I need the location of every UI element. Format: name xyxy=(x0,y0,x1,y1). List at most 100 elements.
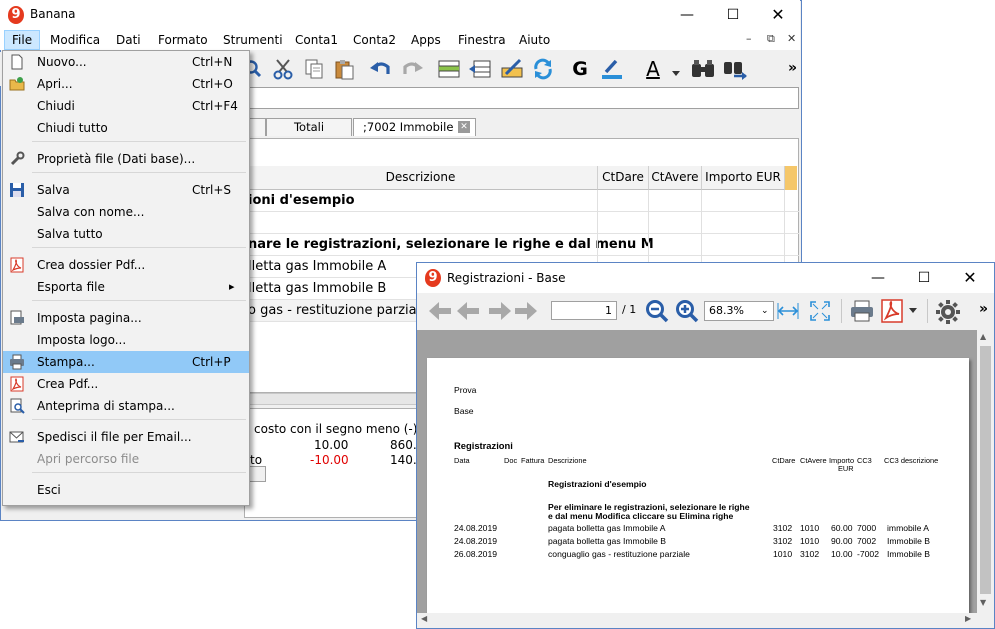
copy-icon[interactable] xyxy=(301,56,327,82)
scroll-down-icon[interactable]: ▼ xyxy=(980,598,986,607)
file-menu-item[interactable]: Apri... Ctrl+O xyxy=(3,73,249,95)
pdf-export-icon[interactable] xyxy=(880,298,904,324)
preview-close-icon[interactable]: ✕ xyxy=(947,263,993,293)
toolbar-separator xyxy=(841,299,842,323)
menu-file[interactable]: File xyxy=(4,30,41,50)
pdf-dropdown-icon[interactable] xyxy=(909,308,917,314)
page-cell-data: 24.08.2019 xyxy=(454,523,498,533)
scroll-right-icon[interactable]: ▶ xyxy=(965,614,971,623)
preview-toolbar-overflow-icon[interactable]: » xyxy=(979,301,988,317)
table-row[interactable]: nare le registrazioni, selezionare le ri… xyxy=(244,234,799,256)
vertical-scroll-thumb[interactable] xyxy=(980,346,991,594)
zoom-out-icon[interactable] xyxy=(645,299,669,323)
column-header-importo[interactable]: Importo EUR xyxy=(702,166,785,190)
new-file-icon xyxy=(9,54,25,70)
file-menu-item[interactable]: Chiudi tutto xyxy=(3,117,249,139)
preview-minimize-icon[interactable]: — xyxy=(855,263,901,293)
scroll-up-icon[interactable]: ▲ xyxy=(980,332,986,341)
file-menu-item[interactable]: Esporta file ▸ xyxy=(3,276,249,298)
mdi-minimize-icon[interactable]: – xyxy=(746,32,752,45)
file-menu-item-label: Nuovo... xyxy=(37,55,87,69)
preview-title-bar: 9 Registrazioni - Base — ☐ ✕ xyxy=(417,263,994,293)
fit-width-icon[interactable] xyxy=(777,301,799,321)
tab-immobile-b[interactable]: ;7002 Immobile B ✕ xyxy=(353,118,476,136)
column-header-descrizione[interactable]: Descrizione xyxy=(244,166,598,190)
print-icon[interactable] xyxy=(849,299,875,323)
column-header-ctavere[interactable]: CtAvere xyxy=(649,166,702,190)
submenu-arrow-icon: ▸ xyxy=(229,280,235,293)
toolbar-overflow-icon[interactable]: » xyxy=(788,60,797,76)
file-menu-item[interactable]: Nuovo... Ctrl+N xyxy=(3,51,249,73)
menu-conta2[interactable]: Conta2 xyxy=(346,30,403,50)
edit-row-icon[interactable] xyxy=(499,56,525,82)
preview-horizontal-scrollbar[interactable]: ◀ ▶ xyxy=(417,613,977,628)
page-header-importo-unit: EUR xyxy=(838,464,854,473)
minimize-icon[interactable]: — xyxy=(664,0,710,30)
settings-gear-icon[interactable] xyxy=(935,299,961,325)
main-title-bar: 9 Banana — ☐ ✕ xyxy=(0,0,800,30)
cut-icon[interactable] xyxy=(270,56,296,82)
find-next-icon[interactable] xyxy=(722,56,748,82)
scroll-left-icon[interactable]: ◀ xyxy=(421,614,427,623)
column-header-ctdare[interactable]: CtDare xyxy=(598,166,649,190)
zoom-select[interactable]: 68.3% ⌄ xyxy=(704,301,774,321)
binoculars-icon[interactable] xyxy=(690,56,716,82)
mdi-close-icon[interactable]: ✕ xyxy=(787,32,796,45)
font-color-button[interactable]: A xyxy=(641,56,665,82)
close-tab-icon[interactable]: ✕ xyxy=(458,121,470,133)
menu-apps[interactable]: Apps xyxy=(404,30,448,50)
menu-formato[interactable]: Formato xyxy=(151,30,215,50)
file-menu-item[interactable]: Proprietà file (Dati base)... xyxy=(3,148,249,170)
mdi-restore-icon[interactable]: ⧉ xyxy=(767,32,775,46)
table-cell-descrizione: o gas - restituzione parziale xyxy=(248,303,429,318)
page-cell-importo: 90.00 xyxy=(831,536,853,546)
pdf-icon xyxy=(9,376,25,392)
menu-aiuto[interactable]: Aiuto xyxy=(512,30,557,50)
file-menu-item[interactable]: Imposta logo... xyxy=(3,329,249,351)
info-row3-value1: -10.00 xyxy=(310,453,349,467)
undo-icon[interactable] xyxy=(368,56,394,82)
cell-edit-field[interactable] xyxy=(244,87,799,109)
maximize-icon[interactable]: ☐ xyxy=(710,0,756,30)
menu-conta1[interactable]: Conta1 xyxy=(288,30,345,50)
page-number-input[interactable]: 1 xyxy=(551,301,617,320)
file-menu-item[interactable]: Esci xyxy=(3,479,249,501)
preview-vertical-scrollbar[interactable]: ▲ ▼ xyxy=(977,330,994,613)
paste-icon[interactable] xyxy=(331,56,357,82)
table-row[interactable] xyxy=(244,212,799,234)
menu-dati[interactable]: Dati xyxy=(109,30,148,50)
highlight-color-icon[interactable] xyxy=(600,56,626,82)
page-navigation-arrows-icon[interactable] xyxy=(427,299,537,323)
redo-icon[interactable] xyxy=(399,56,425,82)
menu-finestra[interactable]: Finestra xyxy=(451,30,513,50)
menu-modifica[interactable]: Modifica xyxy=(43,30,107,50)
page-cell-descrizione: pagata bolletta gas Immobile A xyxy=(548,523,666,533)
file-menu-item[interactable]: Spedisci il file per Email... xyxy=(3,426,249,448)
fit-page-icon[interactable] xyxy=(809,300,831,322)
file-menu-item[interactable]: Salva Ctrl+S xyxy=(3,179,249,201)
page-company: Prova xyxy=(454,385,477,395)
file-menu-item[interactable]: Salva tutto xyxy=(3,223,249,245)
zoom-in-icon[interactable] xyxy=(675,299,699,323)
page-header-data: Data xyxy=(454,456,470,465)
font-color-dropdown-icon[interactable] xyxy=(672,66,680,80)
preview-title: Registrazioni - Base xyxy=(447,271,566,285)
delete-row-icon[interactable] xyxy=(467,56,493,82)
file-menu-item-shortcut: Ctrl+F4 xyxy=(192,99,238,113)
insert-row-icon[interactable] xyxy=(436,56,462,82)
recalculate-icon[interactable] xyxy=(530,56,556,82)
file-menu-item[interactable]: Chiudi Ctrl+F4 xyxy=(3,95,249,117)
preview-maximize-icon[interactable]: ☐ xyxy=(901,263,947,293)
preview-toolbar: 1 / 1 68.3% ⌄ » xyxy=(417,293,994,329)
tab-totali[interactable]: Totali xyxy=(266,118,352,136)
file-menu-item[interactable]: Crea dossier Pdf... xyxy=(3,254,249,276)
close-icon[interactable]: ✕ xyxy=(755,0,801,30)
file-menu-item[interactable]: Salva con nome... xyxy=(3,201,249,223)
file-menu-item[interactable]: Crea Pdf... xyxy=(3,373,249,395)
bold-button[interactable]: G xyxy=(567,56,593,82)
menu-strumenti[interactable]: Strumenti xyxy=(216,30,290,50)
file-menu-item[interactable]: Imposta pagina... xyxy=(3,307,249,329)
table-row[interactable]: ioni d'esempio xyxy=(244,190,799,212)
file-menu-item[interactable]: Anteprima di stampa... xyxy=(3,395,249,417)
file-menu-item[interactable]: Stampa... Ctrl+P xyxy=(3,351,249,373)
